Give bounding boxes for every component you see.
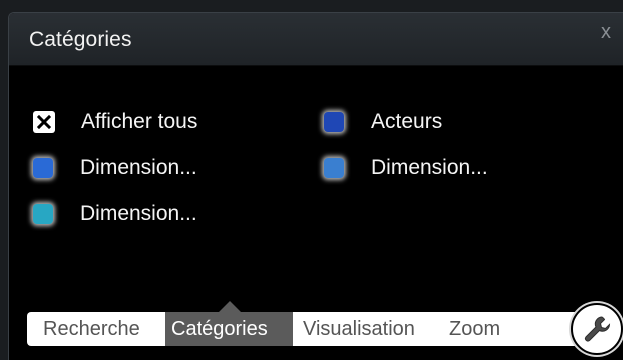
category-dimension-3[interactable]: Dimension... xyxy=(33,200,197,228)
wrench-icon xyxy=(585,316,611,342)
category-label: Afficher tous xyxy=(81,110,198,133)
tab-recherche[interactable]: Recherche xyxy=(27,312,162,346)
category-show-all[interactable]: Afficher tous xyxy=(33,108,197,136)
category-dimension-1[interactable]: Dimension... xyxy=(33,154,197,182)
tab-zoom[interactable]: Zoom xyxy=(443,312,513,346)
active-tab-pointer xyxy=(219,301,241,312)
category-label: Acteurs xyxy=(371,110,443,133)
color-swatch xyxy=(324,158,344,178)
checkbox-x-icon xyxy=(37,115,51,129)
categories-panel: Catégories x Afficher tous Acteurs Dimen… xyxy=(8,12,623,360)
category-label: Dimension... xyxy=(80,202,197,225)
color-swatch xyxy=(33,158,53,178)
category-acteurs[interactable]: Acteurs xyxy=(324,108,442,136)
category-label: Dimension... xyxy=(80,156,197,179)
panel-header: Catégories x xyxy=(9,13,623,66)
show-all-checkbox[interactable] xyxy=(33,111,55,133)
tab-bar: Recherche Catégories Visualisation Zoom xyxy=(27,312,607,346)
panel-title: Catégories xyxy=(29,28,132,51)
tab-categories[interactable]: Catégories xyxy=(165,312,293,346)
close-button[interactable]: x xyxy=(601,21,611,44)
category-dimension-2[interactable]: Dimension... xyxy=(324,154,488,182)
category-label: Dimension... xyxy=(371,156,488,179)
color-swatch xyxy=(33,204,53,224)
tab-visualisation[interactable]: Visualisation xyxy=(297,312,431,346)
color-swatch xyxy=(324,112,344,132)
tools-button[interactable] xyxy=(571,303,623,355)
